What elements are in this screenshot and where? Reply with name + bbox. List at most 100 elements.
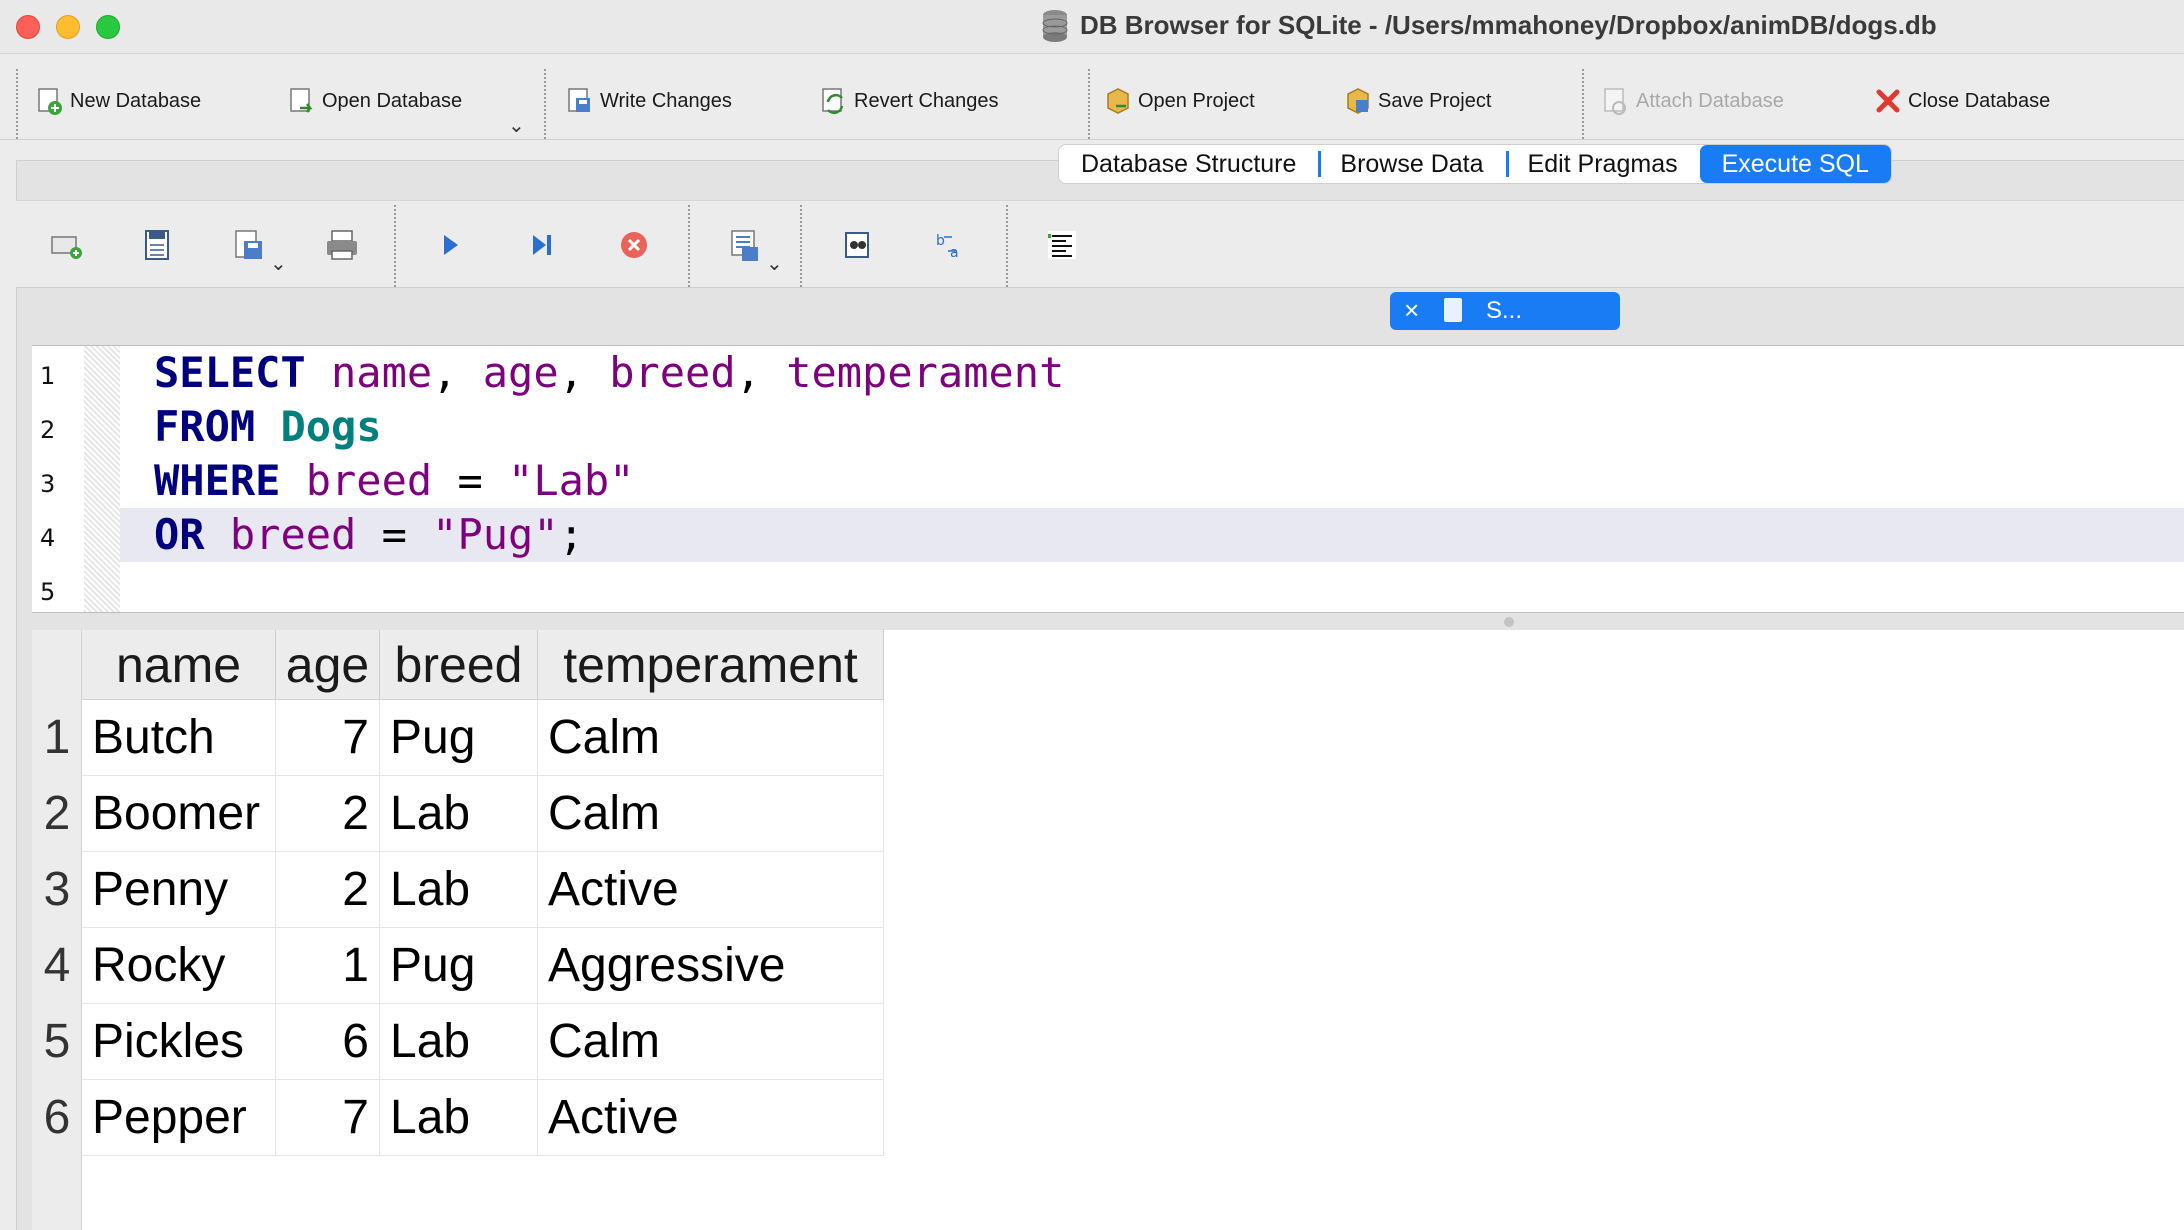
cell-name[interactable]: Penny [82,852,276,928]
new-database-button[interactable]: New Database [36,81,201,121]
write-changes-icon [568,88,590,112]
new-database-icon [38,88,62,115]
toolbar-separator [688,205,690,287]
close-window-button[interactable] [16,15,40,39]
code-line[interactable] [120,562,2184,616]
chevron-down-icon[interactable]: ⌄ [766,251,783,276]
cell-breed[interactable]: Lab [380,776,538,852]
results-grid[interactable]: name age breed temperament 1 Butch 7 Pug Cal… [32,630,2184,1230]
cell-temperament[interactable]: Calm [538,700,884,776]
print-icon[interactable] [322,225,362,265]
code-line[interactable]: SELECT name, age, breed, temperament [120,346,2184,400]
sql-editor[interactable]: 1 2 3 4 5 SELECT name, age, breed, tempe… [32,345,2184,613]
revert-changes-label: Revert Changes [854,89,999,112]
cell-age[interactable]: 7 [276,1080,380,1156]
row-number[interactable]: 3 [32,852,82,928]
tab-execute-sql[interactable]: Execute SQL [1699,145,1891,183]
svg-text:b: b [936,233,945,249]
cell-name[interactable]: Pickles [82,1004,276,1080]
cell-name[interactable]: Rocky [82,928,276,1004]
zoom-window-button[interactable] [96,15,120,39]
save-project-button[interactable]: Save Project [1344,81,1491,121]
revert-changes-icon [822,88,844,115]
minimize-window-button[interactable] [56,15,80,39]
cell-age[interactable]: 7 [276,700,380,776]
close-tab-icon[interactable]: × [1404,295,1419,326]
cell-age[interactable]: 1 [276,928,380,1004]
column-header-name[interactable]: name [82,630,276,700]
comment-block-icon[interactable] [1042,225,1082,265]
cell-temperament[interactable]: Calm [538,1004,884,1080]
save-results-icon[interactable] [726,225,766,265]
cell-temperament[interactable]: Active [538,1080,884,1156]
cell-breed[interactable]: Pug [380,928,538,1004]
tab-database-structure[interactable]: Database Structure [1059,145,1318,183]
table-row[interactable]: 6 Pepper 7 Lab Active [32,1080,884,1156]
cell-age[interactable]: 2 [276,776,380,852]
save-sql-file-icon[interactable] [230,225,270,265]
cell-name[interactable]: Boomer [82,776,276,852]
row-number[interactable]: 5 [32,1004,82,1080]
database-icon [1042,10,1068,42]
column-header-breed[interactable]: breed [380,630,538,700]
tab-edit-pragmas[interactable]: Edit Pragmas [1505,145,1700,183]
find-replace-icon[interactable]: b a [930,225,970,265]
code-line[interactable]: FROM Dogs [120,400,2184,454]
tab-browse-data[interactable]: Browse Data [1318,145,1505,183]
open-database-button[interactable]: Open Database [288,81,462,121]
cell-temperament[interactable]: Calm [538,776,884,852]
row-number[interactable]: 2 [32,776,82,852]
row-number[interactable]: 1 [32,700,82,776]
stop-icon[interactable] [614,225,654,265]
close-icon [1876,89,1900,113]
column-header-age[interactable]: age [276,630,380,700]
code-token: , [735,348,787,397]
line-number: 4 [40,524,56,552]
find-icon[interactable] [838,225,878,265]
code-token: , [432,348,483,397]
cell-temperament[interactable]: Active [538,852,884,928]
title-bar: DB Browser for SQLite - /Users/mmahoney/… [0,0,2184,54]
save-project-icon [1347,88,1369,114]
cell-age[interactable]: 6 [276,1004,380,1080]
cell-name[interactable]: Butch [82,700,276,776]
play-icon[interactable] [430,225,470,265]
chevron-down-icon[interactable]: ⌄ [270,251,287,276]
table-row[interactable]: 1 Butch 7 Pug Calm [32,700,884,776]
chevron-down-icon[interactable]: ⌄ [508,113,525,138]
step-play-icon[interactable] [522,225,562,265]
code-token: = [356,510,433,559]
cell-age[interactable]: 2 [276,852,380,928]
cell-temperament[interactable]: Aggressive [538,928,884,1004]
open-sql-file-icon[interactable] [138,225,178,265]
cell-breed[interactable]: Lab [380,852,538,928]
table-row[interactable]: 3 Penny 2 Lab Active [32,852,884,928]
code-token: temperament [786,348,1065,397]
row-number[interactable]: 4 [32,928,82,1004]
open-project-button[interactable]: Open Project [1104,81,1255,121]
attach-database-icon [1604,88,1626,115]
open-tab-icon[interactable] [46,225,86,265]
cell-name[interactable]: Pepper [82,1080,276,1156]
cell-breed[interactable]: Lab [380,1080,538,1156]
column-header-temperament[interactable]: temperament [538,630,884,700]
revert-changes-button[interactable]: Revert Changes [820,81,999,121]
sql-document-tab[interactable]: × S... [1390,292,1620,330]
window-title: DB Browser for SQLite - /Users/mmahoney/… [1080,10,1937,40]
code-line[interactable]: OR breed = "Pug"; [120,508,2184,562]
table-row[interactable]: 2 Boomer 2 Lab Calm [32,776,884,852]
code-line[interactable]: WHERE breed = "Lab" [120,454,2184,508]
write-changes-button[interactable]: Write Changes [566,81,732,121]
splitter-handle[interactable] [1504,617,1514,627]
table-row[interactable]: 5 Pickles 6 Lab Calm [32,1004,884,1080]
cell-breed[interactable]: Lab [380,1004,538,1080]
code-token: age [482,348,559,397]
row-number[interactable]: 6 [32,1080,82,1156]
attach-database-button[interactable]: Attach Database [1602,81,1784,121]
cell-breed[interactable]: Pug [380,700,538,776]
close-database-button[interactable]: Close Database [1874,81,2050,121]
table-row[interactable]: 4 Rocky 1 Pug Aggressive [32,928,884,1004]
